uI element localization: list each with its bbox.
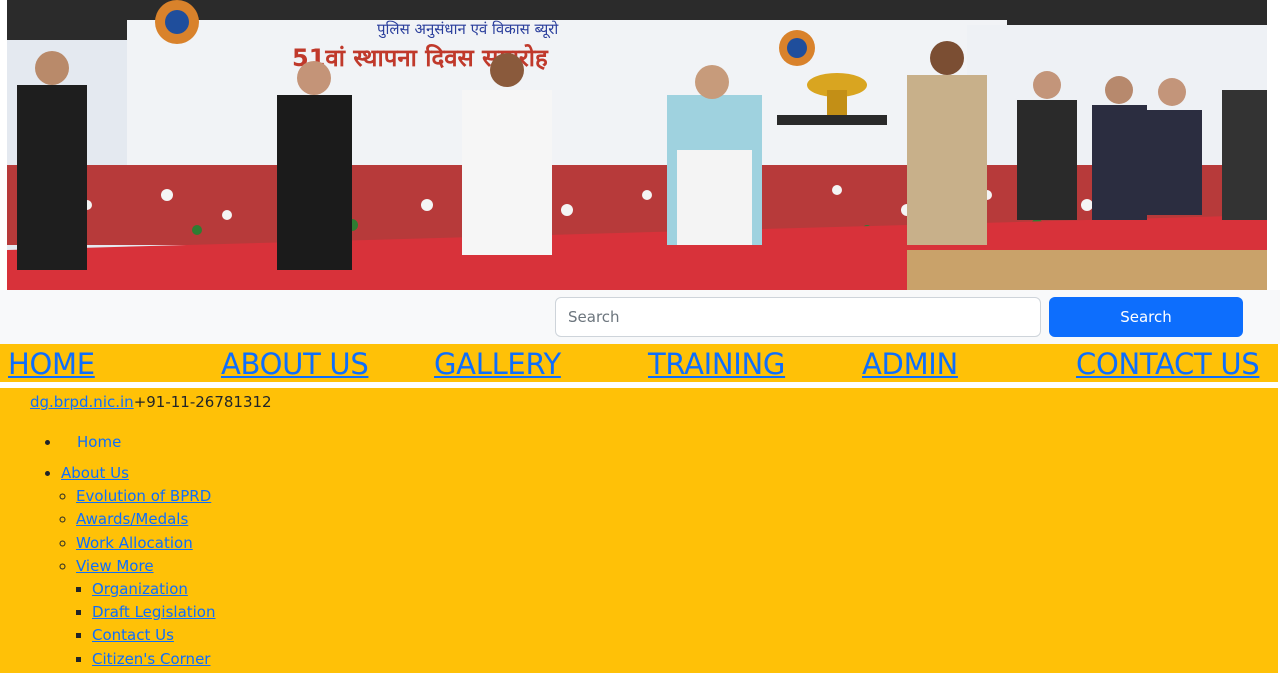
submenu-item: View More Organization Draft Legislation… [76, 556, 216, 668]
search-button[interactable]: Search [1049, 297, 1243, 337]
main-nav: HOME ABOUT US GALLERY TRAINING ADMIN CON… [0, 344, 1278, 388]
menu-link-work-allocation[interactable]: Work Allocation [76, 534, 193, 552]
banner-text-top: पुलिस अनुसंधान एवं विकास ब्यूरो [377, 20, 559, 39]
phone-number: +91-11-26781312 [133, 393, 272, 411]
banner-image: पुलिस अनुसंधान एवं विकास ब्यूरो 51वां स्… [7, 0, 1267, 290]
menu-link-view-more[interactable]: View More [76, 557, 154, 575]
menu-item-about-us: About Us Evolution of BPRD Awards/Medals… [61, 463, 216, 668]
submenu-item: Contact Us [92, 625, 216, 648]
menu-link-awards-medals[interactable]: Awards/Medals [76, 510, 188, 528]
sidebar-menu: dg.brpd.nic.in+91-11-26781312 Home About… [0, 388, 1278, 673]
menu-link-draft-legislation[interactable]: Draft Legislation [92, 603, 216, 621]
nav-admin[interactable]: ADMIN [862, 346, 958, 382]
contact-line: dg.brpd.nic.in+91-11-26781312 [30, 393, 272, 411]
submenu-item: Draft Legislation [92, 602, 216, 625]
submenu-item: Awards/Medals [76, 509, 216, 532]
menu-link-contact-us[interactable]: Contact Us [92, 626, 174, 644]
submenu-item: Evolution of BPRD [76, 486, 216, 509]
submenu-item: Work Allocation [76, 533, 216, 556]
about-submenu: Evolution of BPRD Awards/Medals Work All… [76, 486, 216, 668]
nav-gallery[interactable]: GALLERY [434, 346, 561, 382]
menu-link-organization[interactable]: Organization [92, 580, 188, 598]
email-link[interactable]: dg.brpd.nic.in [30, 393, 134, 411]
search-bar: Search [0, 290, 1280, 344]
menu-link-evolution-of-bprd[interactable]: Evolution of BPRD [76, 487, 211, 505]
view-more-submenu: Organization Draft Legislation Contact U… [92, 579, 216, 672]
menu-item-home: Home [61, 432, 216, 463]
menu-link-about-us[interactable]: About Us [61, 464, 129, 482]
menu-link-home[interactable]: Home [61, 432, 121, 453]
submenu-item: Citizen's Corner [92, 649, 216, 672]
nav-home[interactable]: HOME [8, 346, 95, 382]
search-input[interactable] [555, 297, 1041, 337]
nav-contact-us[interactable]: CONTACT US [1076, 346, 1260, 382]
nav-training[interactable]: TRAINING [648, 346, 785, 382]
submenu-item: Organization [92, 579, 216, 602]
menu-list: Home About Us Evolution of BPRD Awards/M… [46, 432, 216, 668]
menu-link-citizens-corner[interactable]: Citizen's Corner [92, 650, 210, 668]
nav-about-us[interactable]: ABOUT US [221, 346, 369, 382]
